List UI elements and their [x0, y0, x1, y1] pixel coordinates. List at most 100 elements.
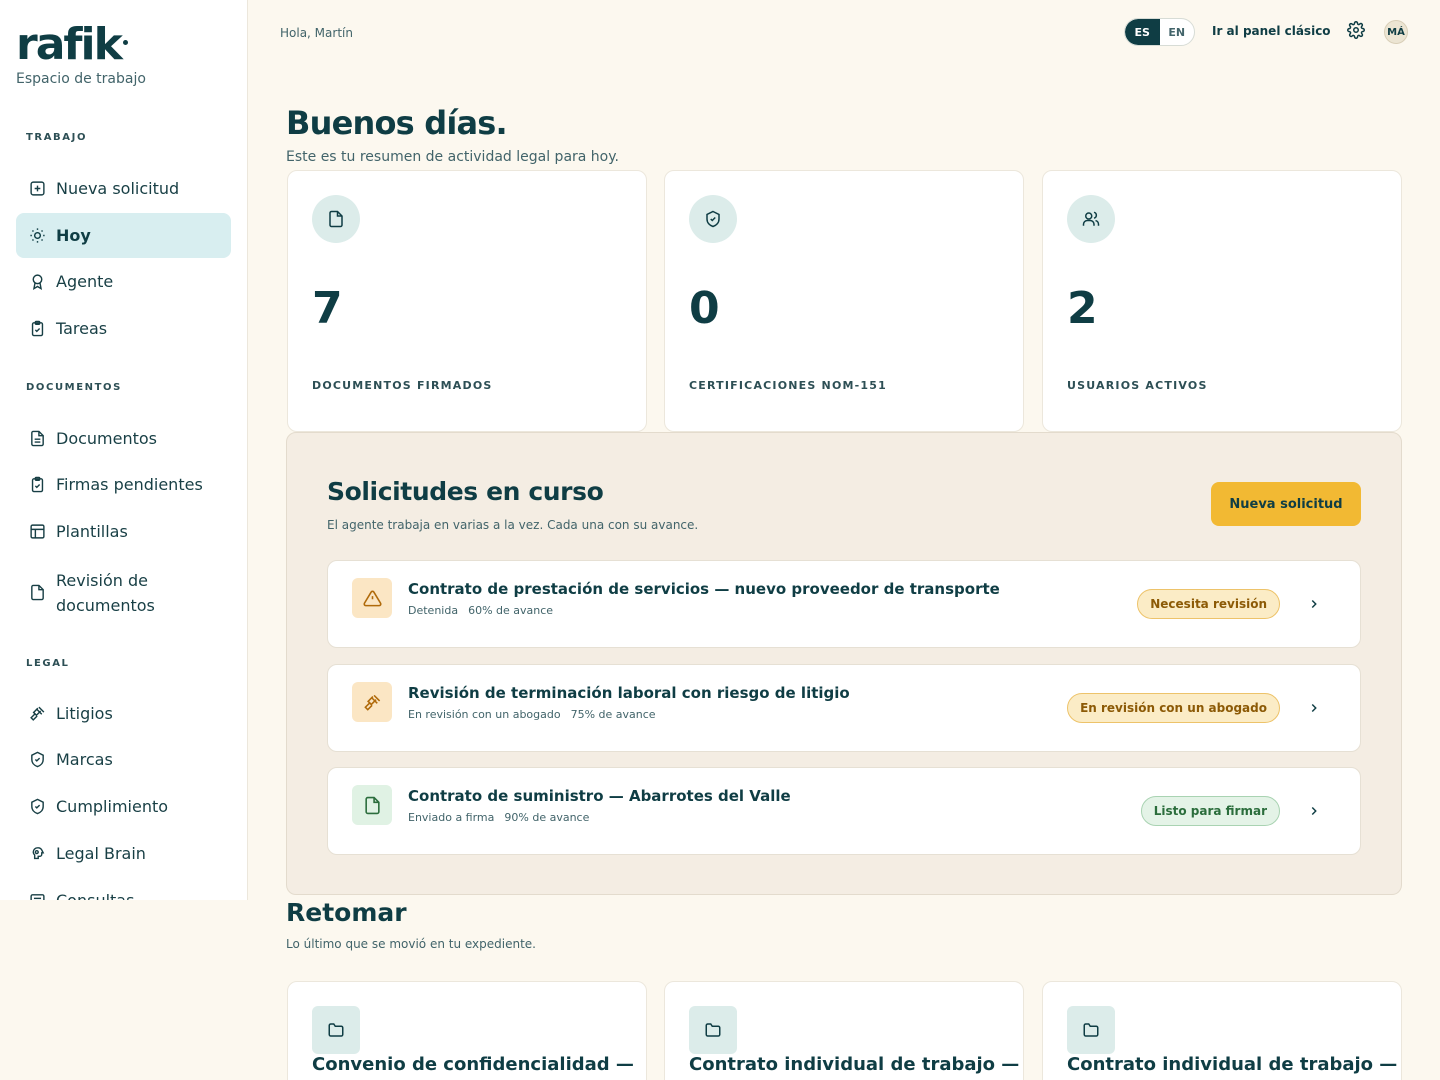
settings-button[interactable]: [1345, 21, 1367, 43]
request-meta: Detenida 60% de avance: [408, 604, 553, 617]
sidebar: rafik Espacio de trabajo TRABAJO Nueva s…: [0, 0, 248, 900]
sidebar-item-marcas[interactable]: Marcas: [16, 737, 231, 782]
chevron-right-icon[interactable]: [1304, 698, 1324, 718]
sidebar-item-tareas[interactable]: Tareas: [16, 306, 231, 351]
page-title: Buenos días.: [286, 104, 508, 142]
shield-check-icon: [689, 195, 737, 243]
requests-title: Solicitudes en curso: [327, 477, 604, 506]
request-progress: 75% de avance: [570, 708, 656, 721]
users-icon: [1067, 195, 1115, 243]
logo[interactable]: rafik: [16, 20, 128, 70]
file-icon: [352, 785, 392, 825]
sidebar-item-litigios[interactable]: Litigios: [16, 691, 231, 736]
request-status: Detenida: [408, 604, 459, 617]
sidebar-item-label: Hoy: [56, 226, 91, 245]
brain-icon: [28, 845, 46, 863]
sidebar-item-hoy[interactable]: Hoy: [16, 213, 231, 258]
logo-text: rafik: [16, 19, 123, 70]
stat-card-certificaciones: 0 CERTIFICACIONES NOM-151: [664, 170, 1024, 432]
sidebar-item-label: Plantillas: [56, 522, 128, 541]
gear-icon: [1347, 21, 1365, 43]
stat-card-documentos-firmados: 7 DOCUMENTOS FIRMADOS: [287, 170, 647, 432]
resume-subtitle: Lo último que se movió en tu expediente.: [286, 937, 536, 951]
status-badge: Listo para firmar: [1140, 796, 1280, 826]
gavel-icon: [28, 705, 46, 723]
file-icon: [312, 195, 360, 243]
request-card[interactable]: Revisión de terminación laboral con ries…: [327, 664, 1361, 752]
stat-card-usuarios-activos: 2 USUARIOS ACTIVOS: [1042, 170, 1402, 432]
resume-item-name: Contrato individual de trabajo —: [1067, 1054, 1398, 1075]
folder-icon: [689, 1006, 737, 1054]
sidebar-item-label: Revisión de documentos: [56, 570, 155, 615]
classic-panel-link[interactable]: Ir al panel clásico: [1212, 24, 1331, 38]
sidebar-item-plantillas[interactable]: Plantillas: [16, 509, 231, 554]
page-subtitle: Este es tu resumen de actividad legal pa…: [286, 149, 619, 165]
plus-square-icon: [28, 179, 46, 197]
sidebar-item-label: Agente: [56, 272, 114, 291]
shield-check-icon: [28, 798, 46, 816]
request-title: Revisión de terminación laboral con ries…: [408, 684, 850, 702]
greeting-text: Hola, Martín: [280, 26, 353, 40]
resume-item-name: Contrato individual de trabajo —: [689, 1054, 1020, 1075]
lang-en-button[interactable]: EN: [1160, 19, 1195, 45]
nav-section-legal: LEGAL: [26, 658, 70, 669]
clipboard-check-icon: [28, 476, 46, 494]
sidebar-item-label: Consultas: [56, 888, 134, 900]
sidebar-item-revision-documentos[interactable]: Revisión de documentos: [16, 557, 231, 628]
stat-label: USUARIOS ACTIVOS: [1067, 379, 1208, 392]
alert-triangle-icon: [352, 578, 392, 618]
sidebar-item-label: Cumplimiento: [56, 797, 169, 816]
request-progress: 90% de avance: [504, 811, 590, 824]
sidebar-item-label: Legal Brain: [56, 844, 146, 863]
resume-card[interactable]: Convenio de confidencialidad —: [287, 981, 647, 1080]
sidebar-item-agente[interactable]: Agente: [16, 259, 231, 304]
new-request-button[interactable]: Nueva solicitud: [1211, 482, 1361, 526]
folder-icon: [312, 1006, 360, 1054]
sidebar-item-label: Litigios: [56, 704, 113, 723]
requests-subtitle: El agente trabaja en varias a la vez. Ca…: [327, 518, 699, 532]
shield-check-icon: [28, 751, 46, 769]
lang-es-button[interactable]: ES: [1125, 19, 1160, 45]
request-meta: En revisión con un abogado 75% de avance: [408, 708, 656, 721]
request-title: Contrato de prestación de servicios — nu…: [408, 580, 1000, 598]
sidebar-item-cumplimiento[interactable]: Cumplimiento: [16, 784, 231, 829]
request-status: Enviado a firma: [408, 811, 495, 824]
avatar[interactable]: MÁ: [1384, 20, 1408, 44]
file-text-icon: [28, 430, 46, 448]
sidebar-item-label: Firmas pendientes: [56, 475, 203, 494]
file-icon: [28, 584, 46, 602]
sun-icon: [28, 227, 46, 245]
folder-icon: [1067, 1006, 1115, 1054]
workspace-label: Espacio de trabajo: [16, 71, 146, 87]
request-status: En revisión con un abogado: [408, 708, 561, 721]
stat-label: DOCUMENTOS FIRMADOS: [312, 379, 493, 392]
requests-panel: Solicitudes en curso El agente trabaja e…: [286, 432, 1402, 895]
message-icon: [28, 892, 46, 900]
sidebar-item-legal-brain[interactable]: Legal Brain: [16, 831, 231, 876]
sidebar-item-documentos[interactable]: Documentos: [16, 416, 231, 461]
chevron-right-icon[interactable]: [1304, 594, 1324, 614]
sidebar-item-label: Marcas: [56, 750, 113, 769]
sidebar-item-nueva-solicitud[interactable]: Nueva solicitud: [16, 165, 231, 211]
chevron-right-icon[interactable]: [1304, 801, 1324, 821]
stat-value: 7: [312, 283, 343, 334]
request-title: Contrato de suministro — Abarrotes del V…: [408, 787, 791, 805]
sidebar-item-label: Nueva solicitud: [56, 178, 180, 198]
request-meta: Enviado a firma 90% de avance: [408, 811, 589, 824]
sidebar-item-consultas[interactable]: Consultas: [16, 878, 231, 900]
nav-section-trabajo: TRABAJO: [26, 132, 88, 143]
resume-card[interactable]: Contrato individual de trabajo —: [1042, 981, 1402, 1080]
request-card[interactable]: Contrato de suministro — Abarrotes del V…: [327, 767, 1361, 855]
sidebar-item-label: Documentos: [56, 429, 158, 448]
status-badge: Necesita revisión: [1137, 589, 1280, 619]
request-card[interactable]: Contrato de prestación de servicios — nu…: [327, 560, 1361, 648]
gavel-icon: [352, 682, 392, 722]
resume-card[interactable]: Contrato individual de trabajo —: [664, 981, 1024, 1080]
request-progress: 60% de avance: [468, 604, 554, 617]
nav-section-documentos: DOCUMENTOS: [26, 382, 122, 393]
language-switch: ES EN: [1124, 18, 1195, 46]
stat-label: CERTIFICACIONES NOM-151: [689, 379, 887, 392]
stat-value: 2: [1067, 283, 1098, 334]
sidebar-item-firmas-pendientes[interactable]: Firmas pendientes: [16, 462, 231, 507]
clipboard-check-icon: [28, 320, 46, 338]
